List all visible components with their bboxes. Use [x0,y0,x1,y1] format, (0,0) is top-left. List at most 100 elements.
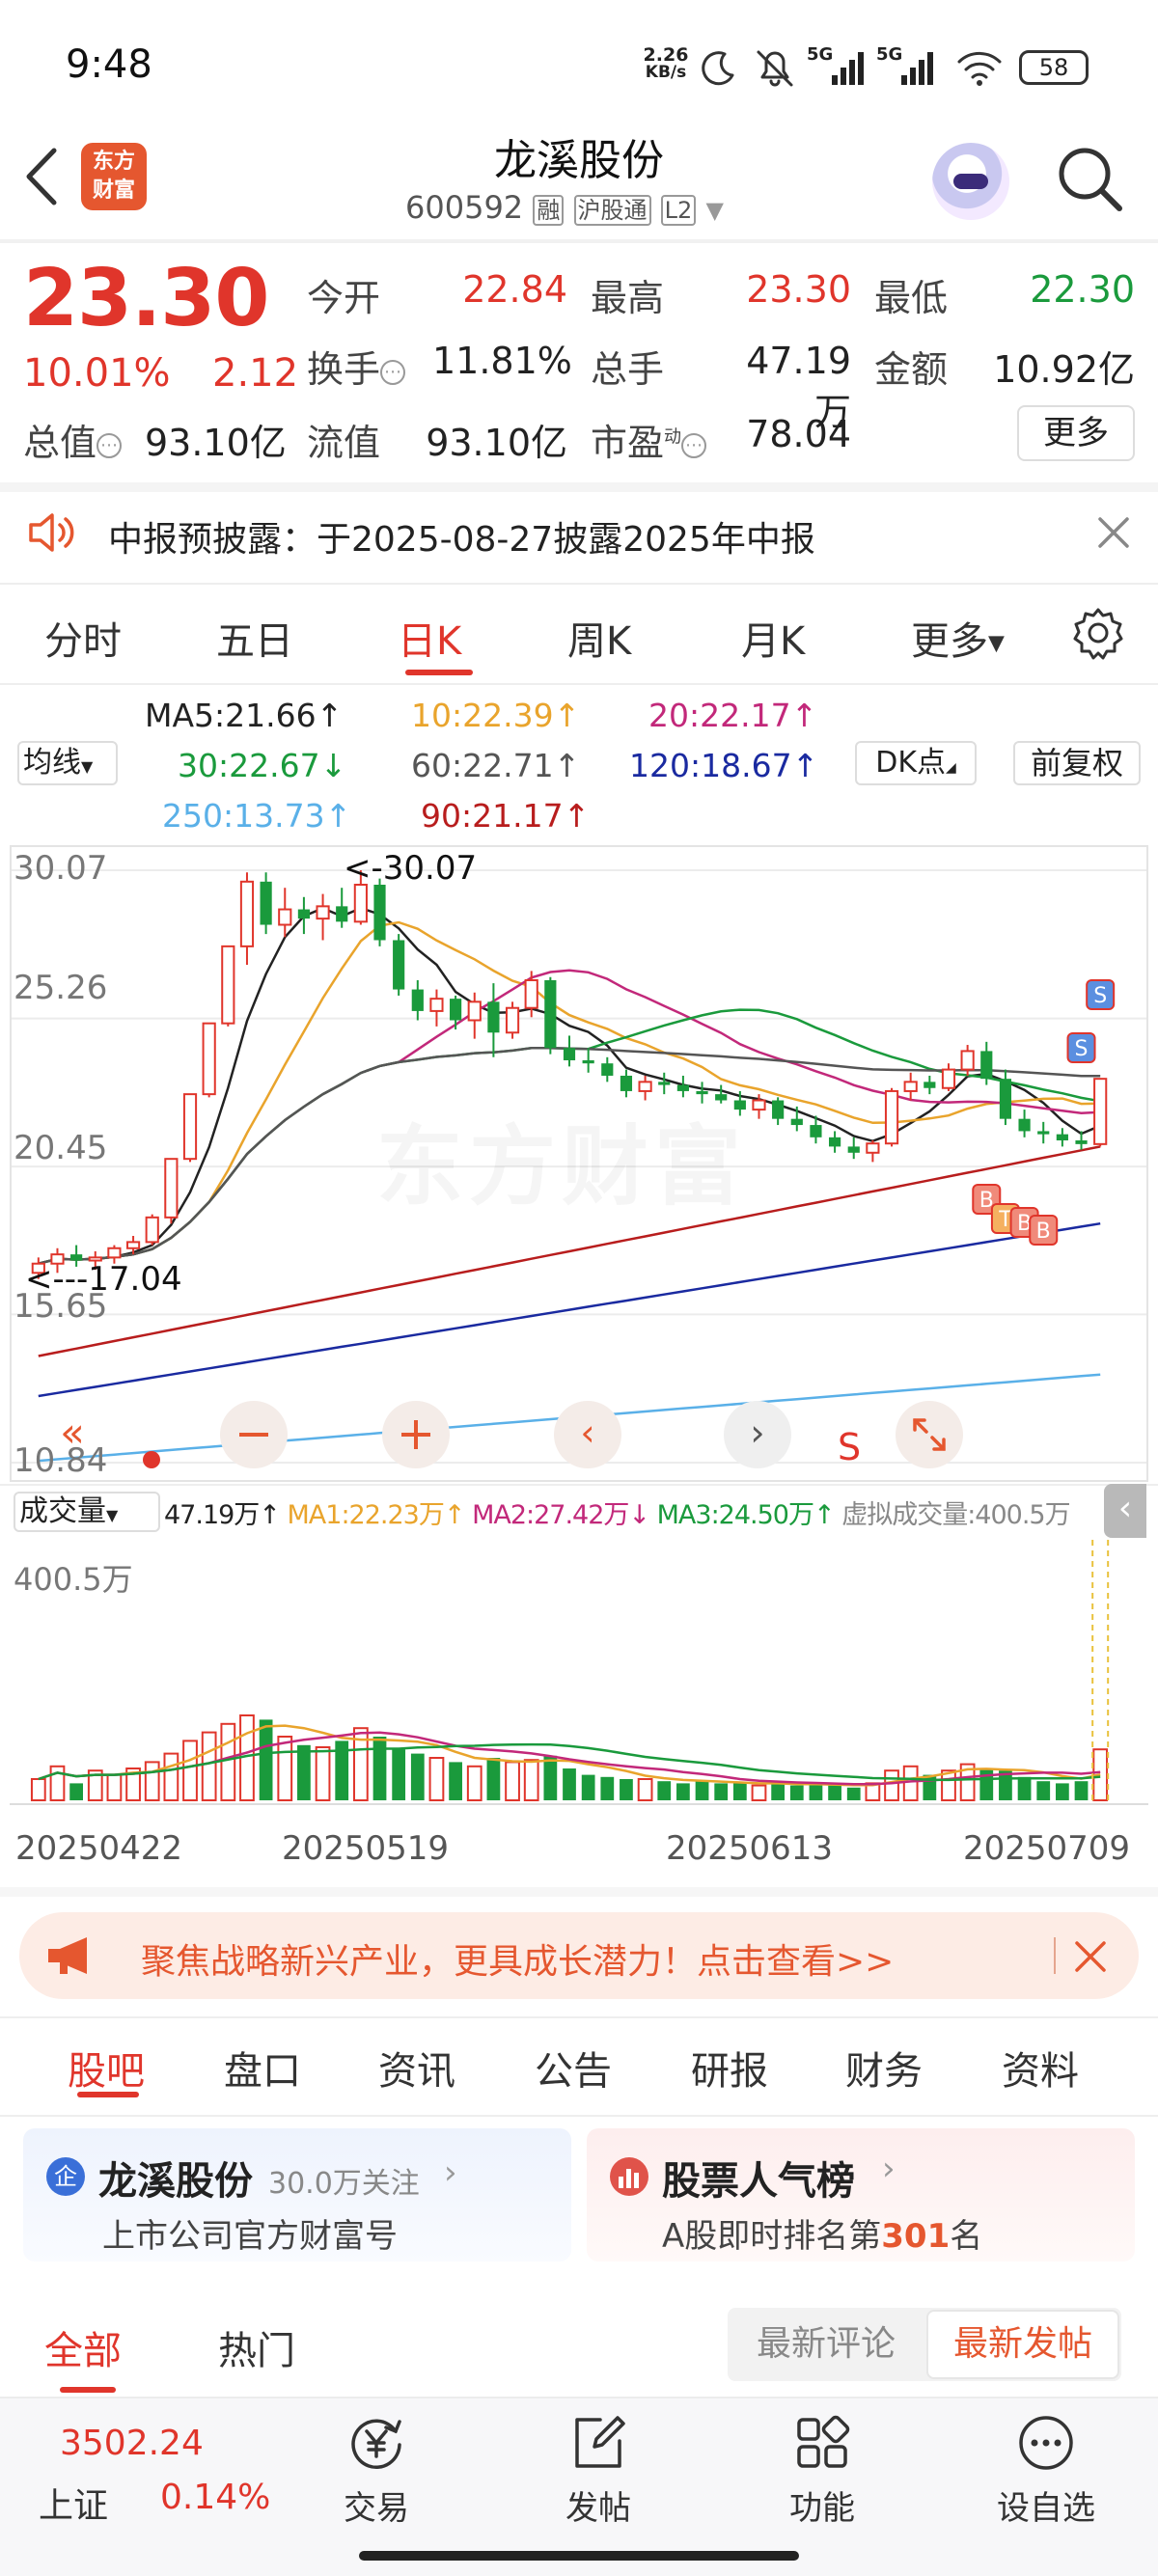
price-tick-0: 30.07 [14,849,108,888]
tab-finance[interactable]: 财务 [845,2040,923,2096]
tab-research[interactable]: 研报 [691,2040,768,2096]
ma250-value: 250:13.73↑ [162,797,352,835]
signal-sell-2: S [1066,1032,1096,1063]
date-label-3: 20250709 [963,1829,1131,1868]
candle-body [810,1125,822,1137]
zoom-out-button[interactable] [220,1401,288,1468]
tab-monthly-k[interactable]: 月K [741,610,805,666]
more-button[interactable]: 更多 [1017,405,1135,461]
scroll-left-button[interactable]: ‹ [554,1401,621,1468]
record-dot [143,1451,160,1468]
official-followers: 30.0万关注 [268,2167,420,2201]
zoom-in-button[interactable] [382,1401,450,1468]
candle-body [316,905,330,920]
banner-text: 聚焦战略新兴产业，更具成长潜力！点击查看>> [141,1942,895,1982]
tab-profile[interactable]: 资料 [1002,2040,1079,2096]
low-value: 22.30 [1030,268,1135,311]
volume-indicator-dropdown[interactable]: 成交量▼ [14,1492,160,1532]
candle-body [884,1089,899,1145]
candle-body [638,1081,652,1092]
feed-tab-all[interactable]: 全部 [44,2319,122,2375]
candle-body [202,1022,216,1096]
nav-trade[interactable]: 交易 [299,2412,454,2529]
tab-five-day[interactable]: 五日 [216,610,293,666]
candle-body [239,880,255,947]
candle-body [752,1099,766,1111]
dk-point-button[interactable]: DK点◢ [855,741,977,785]
ma60-value: 60:22.71↑ [411,747,581,784]
pe-info-icon[interactable]: ⋯ [681,432,707,458]
official-account-card[interactable]: 企 龙溪股份 30.0万关注 › 上市公司官方财富号 [23,2128,571,2261]
candle-body [866,1142,880,1154]
sort-latest-comment[interactable]: 最新评论 [728,2308,924,2381]
notice-text[interactable]: 中报预披露：于2025-08-27披露2025年中报 [108,511,815,562]
index-change[interactable]: 0.14% [160,2478,270,2517]
volume-bar [563,1768,576,1800]
volume-bar [657,1781,672,1800]
robot-assistant-icon[interactable] [932,143,1009,220]
trade-yen-icon [351,2419,401,2470]
nav-post[interactable]: 发帖 [521,2412,676,2529]
tab-intraday[interactable]: 分时 [44,610,122,666]
volume-bar [410,1753,425,1800]
index-name[interactable]: 上证 [39,2478,108,2528]
feed-tab-hot[interactable]: 热门 [218,2319,295,2375]
tab-guba[interactable]: 股吧 [68,2040,145,2096]
scroll-right-button[interactable]: › [724,1401,791,1468]
volume-bar [732,1783,747,1800]
tab-more[interactable]: 更多▼ [911,610,1005,666]
vol-ma2: MA2:27.42万↓ [472,1500,650,1530]
tab-weekly-k[interactable]: 周K [567,610,631,666]
float-cap-value: 93.10亿 [426,422,567,464]
candle-body [676,1084,689,1091]
volume-label: 总手 [591,348,665,391]
notice-close-icon[interactable] [1096,515,1131,550]
amount-value: 10.92亿 [993,348,1135,391]
candle-body [903,1081,918,1092]
volume-bar [49,1765,66,1802]
candle-body [601,1063,614,1076]
volume-legend: 47.19万↑ MA1:22.23万↑ MA2:27.42万↓ MA3:24.5… [164,1494,1071,1531]
code-dropdown-icon[interactable]: ▼ [705,197,723,224]
signal-sell-2-label: S [1075,1037,1089,1061]
adjust-button[interactable]: 前复权 [1013,741,1141,785]
volume-bar [372,1737,387,1800]
open-label: 今开 [307,277,381,319]
fullscreen-button[interactable] [896,1401,963,1468]
tab-announcements[interactable]: 公告 [535,2040,612,2096]
zoom-out-far-button[interactable]: « [39,1401,106,1468]
mcap-info-icon[interactable]: ⋯ [96,432,123,458]
volume-bar [30,1778,46,1801]
promo-banner[interactable]: 聚焦战略新兴产业，更具成长潜力！点击查看>> [19,1912,1139,1999]
volume-bar [182,1740,198,1801]
change-amount: 2.12 [212,351,299,396]
change-percent: 10.01% [23,351,171,396]
tab-daily-k[interactable]: 日K [398,610,461,666]
candle-body [524,978,538,1009]
volume-bar [163,1752,179,1802]
banner-close-icon[interactable] [1071,1937,1110,1976]
tab-news[interactable]: 资讯 [378,2040,455,2096]
collapse-panel-button[interactable]: ‹ [1104,1484,1146,1538]
popularity-rank-card[interactable]: 股票人气榜 › A股即时排名第301名 [587,2128,1135,2261]
high-value: 23.30 [746,268,851,311]
more-dropdown-icon: ▼ [988,631,1005,656]
pe-label: 市盈动 ⋯ [591,413,707,466]
candle-body [429,998,444,1012]
kline-chart[interactable]: SSBTBB 30.07 25.26 20.45 15.65 10.84 <-3… [10,845,1148,1482]
ma120-value: 120:18.67↑ [629,747,819,784]
signal-1-icon: 5G [807,44,870,87]
turnover-info-icon[interactable]: ⋯ [380,359,406,385]
settings-gear-icon[interactable] [1071,606,1125,660]
nav-functions[interactable]: 功能 [745,2412,899,2529]
candle-body [1037,1131,1050,1135]
rank-chart-icon [610,2157,648,2196]
index-value[interactable]: 3502.24 [60,2424,204,2463]
tab-pankou[interactable]: 盘口 [224,2040,301,2096]
search-icon[interactable] [1054,143,1127,216]
candle-body [847,1146,860,1153]
ma-type-dropdown[interactable]: 均线▼ [17,741,118,785]
nav-add-watchlist[interactable]: 设自选 [969,2412,1123,2529]
volume-bar [637,1778,653,1801]
sort-latest-post[interactable]: 最新发帖 [926,2310,1119,2379]
